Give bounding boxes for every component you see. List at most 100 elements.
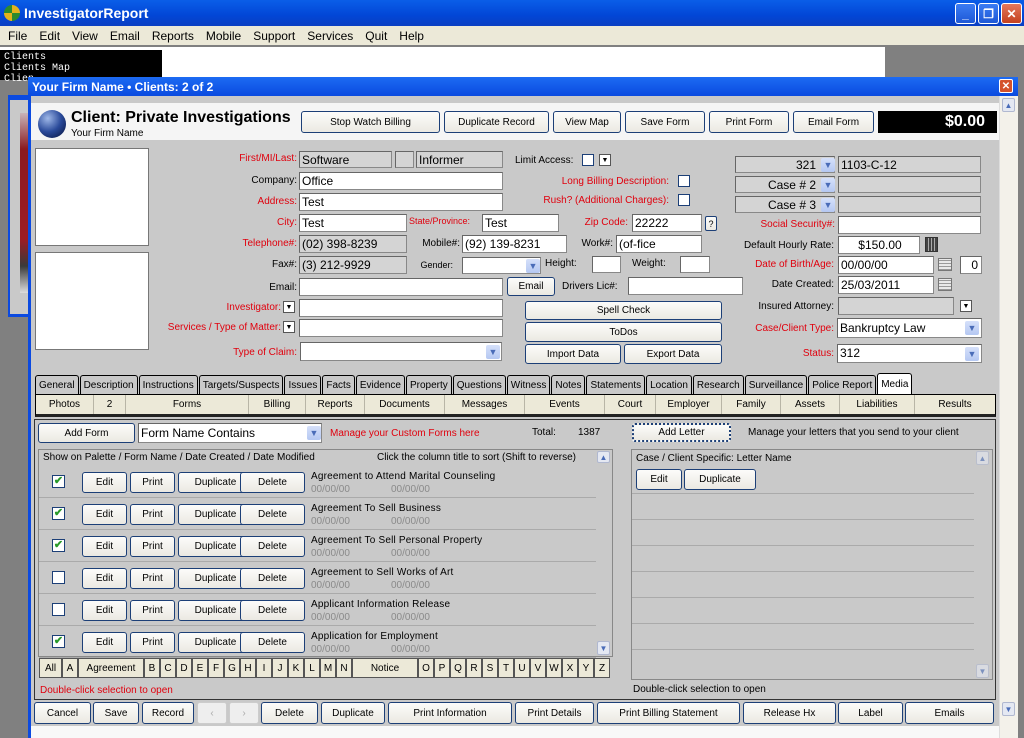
spell-check-button[interactable]: Spell Check <box>525 301 722 320</box>
form-print-button[interactable]: Print <box>130 472 175 493</box>
rush-checkbox[interactable] <box>678 194 690 206</box>
add-form-button[interactable]: Add Form <box>38 423 135 443</box>
work-field[interactable]: (of-fice <box>616 235 702 253</box>
list-scroll-down-icon[interactable]: ▼ <box>597 641 610 655</box>
chevron-down-icon[interactable]: ▼ <box>821 198 835 212</box>
subtab-photos[interactable]: Photos <box>36 395 94 414</box>
import-data-button[interactable]: Import Data <box>525 344 621 364</box>
form-print-button[interactable]: Print <box>130 536 175 557</box>
alpha-filter-n[interactable]: N <box>336 658 352 678</box>
previous-record-button[interactable]: ‹ <box>197 702 227 724</box>
form-row[interactable]: ✔ Edit Print Duplicate Delete Application for… <box>39 626 596 658</box>
subtab-events[interactable]: Events <box>525 395 605 414</box>
form-delete-button[interactable]: Delete <box>240 504 305 525</box>
letters-scroll-down-icon[interactable]: ▼ <box>976 664 989 678</box>
subtab-messages[interactable]: Messages <box>445 395 525 414</box>
duplicate-button[interactable]: Duplicate <box>321 702 385 724</box>
alpha-filter-w[interactable]: W <box>546 658 562 678</box>
address-field[interactable]: Test <box>299 193 503 211</box>
tab-statements[interactable]: Statements <box>586 375 646 394</box>
menu-help[interactable]: Help <box>393 29 430 43</box>
print-details-button[interactable]: Print Details <box>515 702 594 724</box>
chevron-down-icon[interactable]: ▼ <box>307 426 321 440</box>
tab-media[interactable]: Media <box>877 373 913 394</box>
show-on-palette-checkbox[interactable] <box>52 571 65 584</box>
calculator-icon[interactable] <box>925 237 938 252</box>
weight-field[interactable] <box>680 256 710 273</box>
case-3-number[interactable] <box>838 196 981 213</box>
insured-attorney-field[interactable] <box>838 297 954 315</box>
chevron-down-icon[interactable]: ▼ <box>965 347 979 361</box>
list-scroll-up-icon[interactable]: ▲ <box>597 451 610 463</box>
limit-access-checkbox[interactable] <box>582 154 594 166</box>
menu-file[interactable]: File <box>2 29 33 43</box>
release-hx-button[interactable]: Release Hx <box>743 702 836 724</box>
chevron-down-icon[interactable]: ▼ <box>526 259 540 273</box>
alpha-filter-o[interactable]: O <box>418 658 434 678</box>
zip-help-button[interactable]: ? <box>705 216 717 231</box>
subtab-court[interactable]: Court <box>605 395 656 414</box>
menu-mobile[interactable]: Mobile <box>200 29 247 43</box>
scroll-down-icon[interactable]: ▼ <box>1002 702 1015 716</box>
first-name-field[interactable]: Software <box>299 151 392 168</box>
alpha-filter-f[interactable]: F <box>208 658 224 678</box>
alpha-filter-c[interactable]: C <box>160 658 176 678</box>
calendar-icon[interactable] <box>938 258 952 271</box>
letters-scroll-up-icon[interactable]: ▲ <box>976 451 989 465</box>
city-field[interactable]: Test <box>299 214 407 232</box>
alpha-filter-i[interactable]: I <box>256 658 272 678</box>
client-type-select[interactable]: Bankruptcy Law <box>837 318 982 338</box>
letter-duplicate-button[interactable]: Duplicate <box>684 469 756 490</box>
background-menu-item[interactable]: Clients Map <box>4 63 158 74</box>
letters-list-header[interactable]: Case / Client Specific: Letter Name <box>636 453 792 464</box>
investigator-dropdown-icon[interactable]: ▼ <box>283 301 295 313</box>
form-delete-button[interactable]: Delete <box>240 568 305 589</box>
minimize-button[interactable]: _ <box>955 3 976 24</box>
services-field[interactable] <box>299 319 503 337</box>
calendar-icon[interactable] <box>938 278 952 291</box>
form-print-button[interactable]: Print <box>130 568 175 589</box>
subtab-documents[interactable]: Documents <box>365 395 445 414</box>
alpha-filter-e[interactable]: E <box>192 658 208 678</box>
form-edit-button[interactable]: Edit <box>82 536 127 557</box>
print-form-button[interactable]: Print Form <box>709 111 789 133</box>
investigator-field[interactable] <box>299 299 503 317</box>
long-billing-checkbox[interactable] <box>678 175 690 187</box>
type-of-claim-select[interactable] <box>300 342 502 361</box>
form-row[interactable]: Edit Print Duplicate Delete Applicant Inform… <box>39 594 596 626</box>
zip-field[interactable]: 22222 <box>632 214 702 232</box>
case-2-select[interactable]: Case # 2 <box>735 176 835 193</box>
label-button[interactable]: Label <box>838 702 903 724</box>
delete-button[interactable]: Delete <box>261 702 318 724</box>
alpha-filter-m[interactable]: M <box>320 658 336 678</box>
email-button[interactable]: Email <box>507 277 555 296</box>
subtab-billing[interactable]: Billing <box>249 395 306 414</box>
alpha-filter-s[interactable]: S <box>482 658 498 678</box>
forms-list-header[interactable]: Show on Palette / Form Name / Date Creat… <box>43 452 315 463</box>
last-name-field[interactable]: Informer <box>416 151 503 168</box>
add-letter-button[interactable]: Add Letter <box>632 423 731 442</box>
chevron-down-icon[interactable]: ▼ <box>821 158 835 172</box>
emails-button[interactable]: Emails <box>905 702 994 724</box>
tab-issues[interactable]: Issues <box>284 375 322 394</box>
tab-research[interactable]: Research <box>692 375 744 394</box>
case-1-select[interactable]: 321 <box>735 156 835 173</box>
status-select[interactable]: 312 <box>837 344 982 363</box>
alpha-filter-z[interactable]: Z <box>594 658 610 678</box>
email-form-button[interactable]: Email Form <box>793 111 874 133</box>
subtab-family[interactable]: Family <box>722 395 781 414</box>
form-edit-button[interactable]: Edit <box>82 600 127 621</box>
company-field[interactable]: Office <box>299 172 503 190</box>
menu-support[interactable]: Support <box>247 29 301 43</box>
tab-questions[interactable]: Questions <box>452 375 506 394</box>
todos-button[interactable]: ToDos <box>525 322 722 342</box>
alpha-filter-y[interactable]: Y <box>578 658 594 678</box>
tab-evidence[interactable]: Evidence <box>355 375 405 394</box>
subtab-results[interactable]: Results <box>915 395 995 414</box>
alpha-filter-t[interactable]: T <box>498 658 514 678</box>
email-field[interactable] <box>299 278 503 296</box>
subtab-assets[interactable]: Assets <box>781 395 840 414</box>
save-button[interactable]: Save <box>93 702 139 724</box>
drivers-lic-field[interactable] <box>628 277 743 295</box>
form-edit-button[interactable]: Edit <box>82 632 127 653</box>
